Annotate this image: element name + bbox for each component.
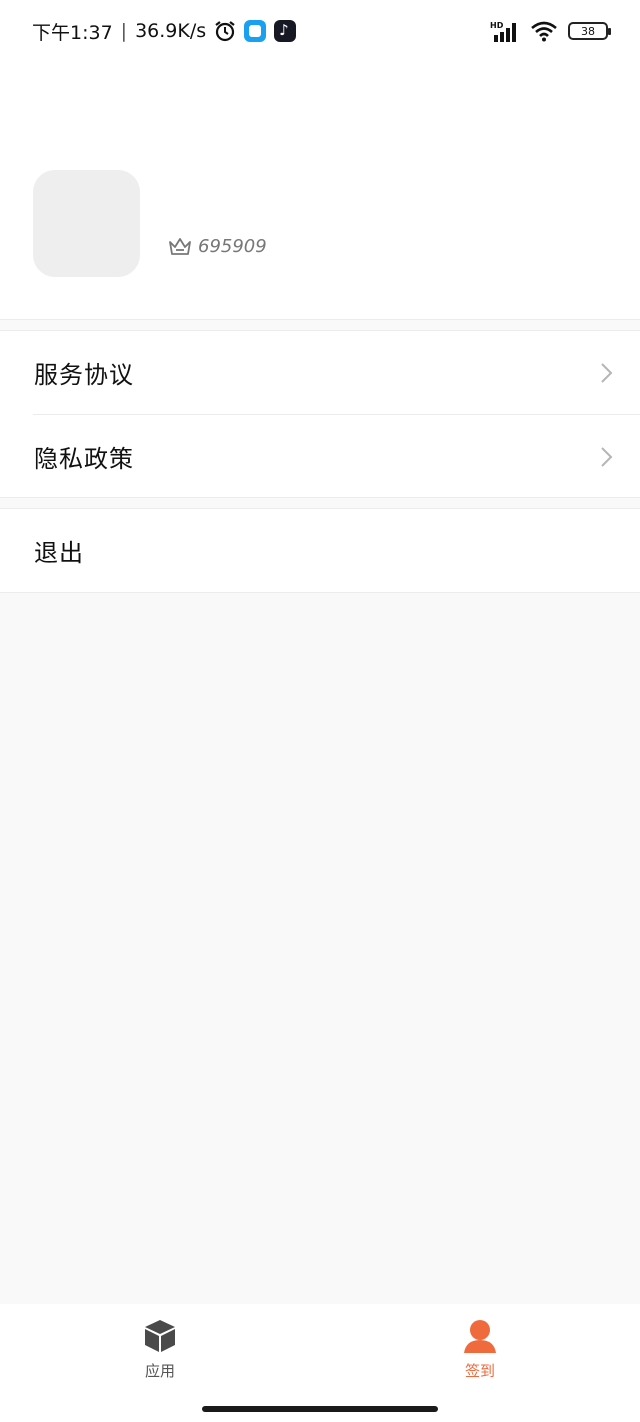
tab-sign-in[interactable]: 签到 xyxy=(420,1318,540,1381)
alarm-icon xyxy=(215,21,235,42)
person-icon xyxy=(464,1320,496,1353)
status-bar: 下午1:37 | 36.9K/s HD 38 xyxy=(0,0,640,62)
tiktok-app-icon xyxy=(274,20,297,42)
user-id-row: 695909 xyxy=(168,236,267,257)
message-app-icon xyxy=(244,20,267,42)
signal-icon: HD xyxy=(490,21,516,42)
tab-apps[interactable]: 应用 xyxy=(100,1318,220,1381)
profile-header: 695909 xyxy=(0,62,640,320)
chevron-right-icon xyxy=(601,362,613,383)
status-right: HD 38 xyxy=(490,20,611,42)
battery-icon: 38 xyxy=(568,22,611,40)
logout-label: 退出 xyxy=(34,539,84,567)
menu-section: 服务协议 隐私政策 xyxy=(0,330,640,498)
status-time: 下午1:37 xyxy=(32,21,113,44)
menu-item-privacy-policy[interactable]: 隐私政策 xyxy=(0,415,640,498)
network-type: HD xyxy=(490,21,504,30)
tab-label: 应用 xyxy=(144,1362,175,1380)
bottom-tab-bar: 应用 签到 xyxy=(0,1304,640,1422)
status-net-speed: 36.9K/s xyxy=(135,20,207,42)
user-id: 695909 xyxy=(198,236,267,257)
chevron-right-icon xyxy=(601,446,613,467)
wifi-icon xyxy=(531,21,557,42)
status-separator: | xyxy=(120,20,128,42)
menu-item-label: 隐私政策 xyxy=(34,445,134,473)
logout-section: 退出 xyxy=(0,508,640,593)
logout-button[interactable]: 退出 xyxy=(0,509,640,592)
status-left: 下午1:37 | 36.9K/s xyxy=(32,18,297,45)
avatar[interactable] xyxy=(33,170,140,277)
menu-item-service-agreement[interactable]: 服务协议 xyxy=(0,331,640,414)
home-indicator[interactable] xyxy=(202,1406,438,1412)
box-icon xyxy=(145,1320,175,1352)
battery-level: 38 xyxy=(581,24,595,38)
tab-label: 签到 xyxy=(464,1362,495,1380)
menu-item-label: 服务协议 xyxy=(34,361,134,389)
crown-icon xyxy=(169,237,191,255)
